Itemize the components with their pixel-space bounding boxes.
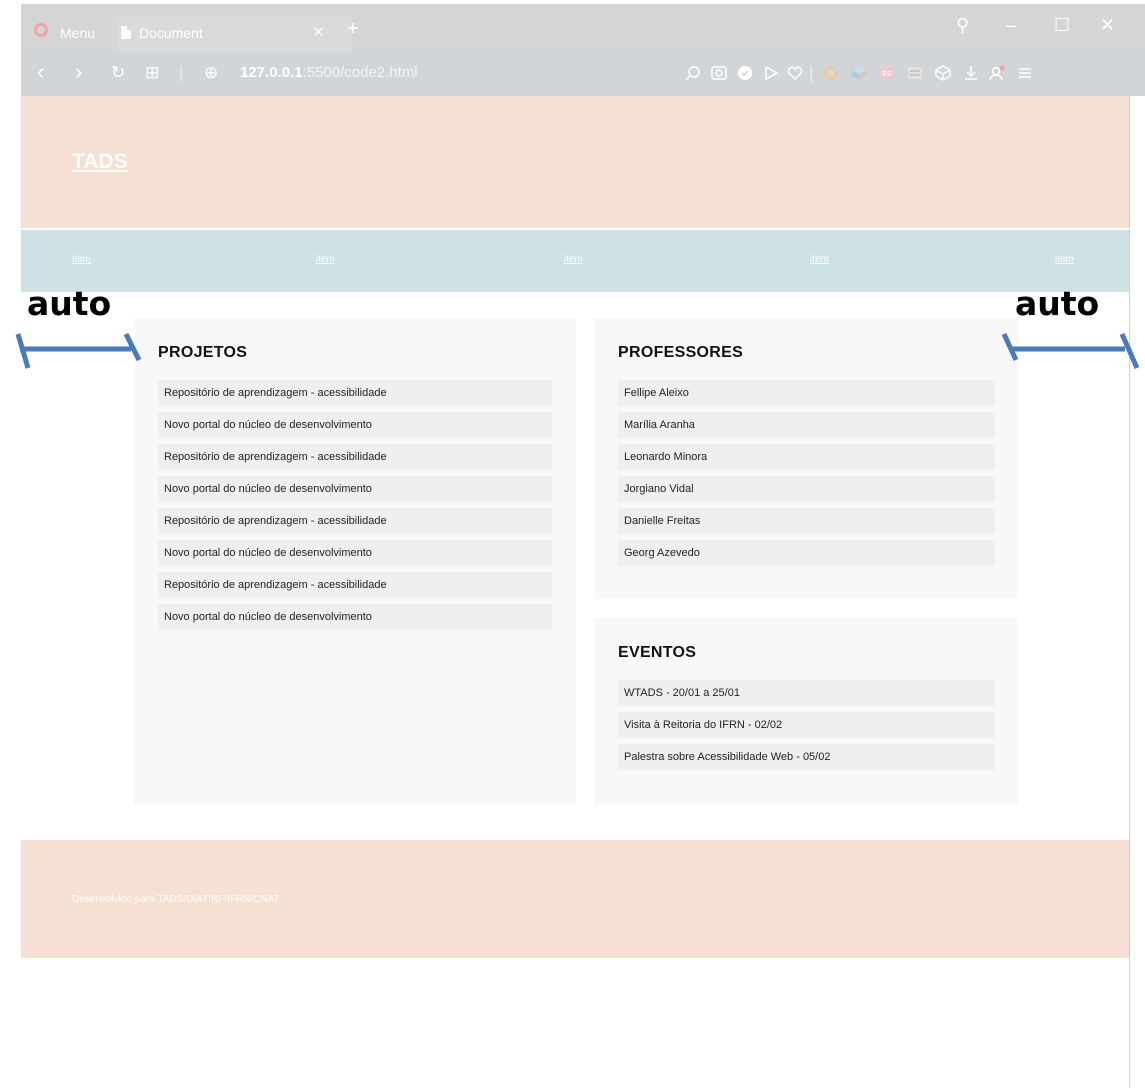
- toolbar-separator: |: [809, 63, 814, 82]
- list-item: Palestra sobre Acessibilidade Web - 05/0…: [618, 744, 995, 770]
- separator: |: [179, 63, 184, 82]
- image-icon[interactable]: [907, 65, 923, 81]
- cube-icon[interactable]: [851, 65, 867, 81]
- globe-icon[interactable]: ⊕: [204, 63, 218, 83]
- url-path: :5500/code2.html: [302, 64, 418, 81]
- maximize-button[interactable]: ☐: [1054, 15, 1070, 36]
- eventos-panel: EVENTOS WTADS - 20/01 a 25/01 Visita à R…: [594, 618, 1018, 804]
- search-tabs-icon[interactable]: ⚲: [956, 15, 969, 36]
- nav-item-2[interactable]: item: [316, 254, 335, 265]
- margin-arrow-right: [1001, 332, 1140, 370]
- es-extension-icon[interactable]: ES: [879, 65, 895, 81]
- list-item: Danielle Freitas: [618, 508, 995, 534]
- list-item: WTADS - 20/01 a 25/01: [618, 680, 995, 706]
- tab-document[interactable]: Document ×: [117, 17, 352, 51]
- nav-item-4[interactable]: item: [810, 254, 829, 265]
- list-item: Leonardo Minora: [618, 444, 995, 470]
- url-field[interactable]: 127.0.0.1:5500/code2.html: [240, 64, 418, 81]
- list-item: Novo portal do núcleo de desenvolvimento: [158, 476, 552, 502]
- list-item: Novo portal do núcleo de desenvolvimento: [158, 540, 552, 566]
- nav-item-1[interactable]: item: [72, 254, 91, 265]
- web-page: TADS item item item item item PROJETOS R…: [21, 96, 1129, 1088]
- professores-title: PROFESSORES: [618, 344, 744, 361]
- color-wheel-icon[interactable]: [823, 65, 839, 81]
- address-bar: ‹ › ↻ ⊞ | ⊕ 127.0.0.1:5500/code2.html | …: [21, 51, 1145, 96]
- page-border: [1129, 96, 1130, 1088]
- projetos-list: Repositório de aprendizagem - acessibili…: [158, 380, 552, 636]
- list-item: Novo portal do núcleo de desenvolvimento: [158, 412, 552, 438]
- title-bar: Menu Document × + ⚲ – ☐ ✕: [21, 4, 1145, 51]
- close-window-button[interactable]: ✕: [1100, 15, 1115, 36]
- svg-text:ES: ES: [883, 70, 892, 78]
- list-item: Novo portal do núcleo de desenvolvimento: [158, 604, 552, 630]
- list-item: Marília Aranha: [618, 412, 995, 438]
- vpn-shield-icon[interactable]: [737, 65, 753, 81]
- speed-dial-icon[interactable]: ⊞: [145, 63, 159, 83]
- site-footer: Desenvolvido para TADS/DIATINF/IFRN/CNAT: [21, 840, 1129, 958]
- tab-title: Document: [139, 25, 203, 41]
- search-icon[interactable]: [685, 65, 701, 81]
- camera-icon[interactable]: [711, 65, 727, 81]
- back-icon[interactable]: ‹: [37, 59, 44, 85]
- play-icon[interactable]: [763, 65, 779, 81]
- professores-panel: PROFESSORES Fellipe Aleixo Marília Aranh…: [594, 318, 1018, 599]
- heart-icon[interactable]: [787, 65, 803, 81]
- list-item: Repositório de aprendizagem - acessibili…: [158, 508, 552, 534]
- list-item: Georg Azevedo: [618, 540, 995, 566]
- professores-list: Fellipe Aleixo Marília Aranha Leonardo M…: [618, 380, 995, 572]
- download-icon[interactable]: [963, 65, 979, 81]
- box-icon[interactable]: [935, 65, 951, 81]
- margin-arrow-left: [15, 332, 142, 369]
- nav-item-3[interactable]: item: [564, 254, 583, 265]
- opera-logo-icon[interactable]: [34, 23, 48, 37]
- list-item: Repositório de aprendizagem - acessibili…: [158, 444, 552, 470]
- annotation-right: auto: [1015, 284, 1100, 323]
- new-tab-button[interactable]: +: [347, 18, 359, 41]
- site-header: TADS: [21, 96, 1129, 228]
- list-item: Visita à Reitoria do IFRN - 02/02: [618, 712, 995, 738]
- site-nav: item item item item item: [21, 230, 1129, 292]
- list-item: Repositório de aprendizagem - acessibili…: [158, 380, 552, 406]
- profile-icon[interactable]: [989, 65, 1005, 81]
- reload-icon[interactable]: ↻: [111, 63, 125, 83]
- list-item: Fellipe Aleixo: [618, 380, 995, 406]
- nav-item-5[interactable]: item: [1055, 254, 1074, 265]
- site-logo-link[interactable]: TADS: [72, 150, 128, 174]
- url-host: 127.0.0.1: [240, 64, 303, 81]
- menu-button[interactable]: Menu: [60, 25, 95, 41]
- document-icon: [121, 26, 131, 39]
- forward-icon[interactable]: ›: [75, 59, 82, 85]
- annotation-left: auto: [27, 284, 112, 323]
- list-item: Repositório de aprendizagem - acessibili…: [158, 572, 552, 598]
- eventos-list: WTADS - 20/01 a 25/01 Visita à Reitoria …: [618, 680, 995, 776]
- browser-window: Menu Document × + ⚲ – ☐ ✕ ‹ › ↻ ⊞ | ⊕ 12…: [0, 0, 1145, 1088]
- tab-close-icon[interactable]: ×: [313, 22, 324, 43]
- projetos-title: PROJETOS: [158, 344, 248, 361]
- projetos-panel: PROJETOS Repositório de aprendizagem - a…: [134, 318, 576, 804]
- minimize-button[interactable]: –: [1006, 15, 1016, 36]
- menu-icon[interactable]: [1017, 65, 1033, 81]
- eventos-title: EVENTOS: [618, 644, 697, 661]
- list-item: Jorgiano Vidal: [618, 476, 995, 502]
- footer-text: Desenvolvido para TADS/DIATINF/IFRN/CNAT: [72, 894, 280, 905]
